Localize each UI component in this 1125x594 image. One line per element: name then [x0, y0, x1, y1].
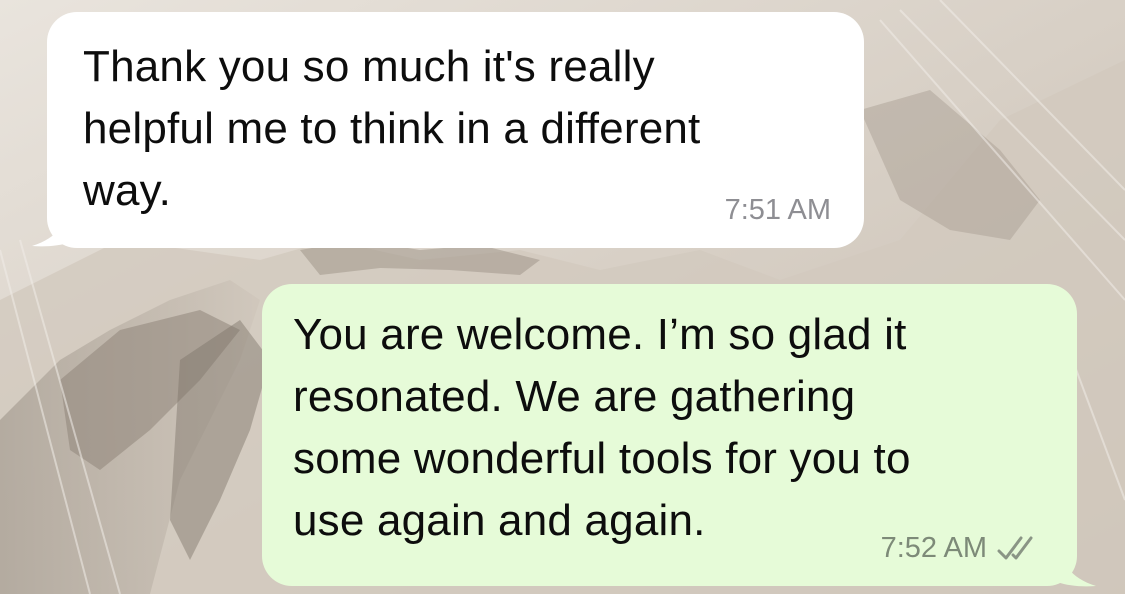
outgoing-message-text: You are welcome. I’m so glad it resonate… — [293, 310, 911, 545]
incoming-message-bubble[interactable]: Thank you so much it's really helpful me… — [47, 12, 864, 248]
outgoing-message-bubble[interactable]: You are welcome. I’m so glad it resonate… — [262, 284, 1077, 586]
double-check-icon — [997, 536, 1033, 560]
outgoing-message-time: 7:52 AM — [880, 532, 987, 564]
incoming-message-time: 7:51 AM — [724, 194, 831, 226]
